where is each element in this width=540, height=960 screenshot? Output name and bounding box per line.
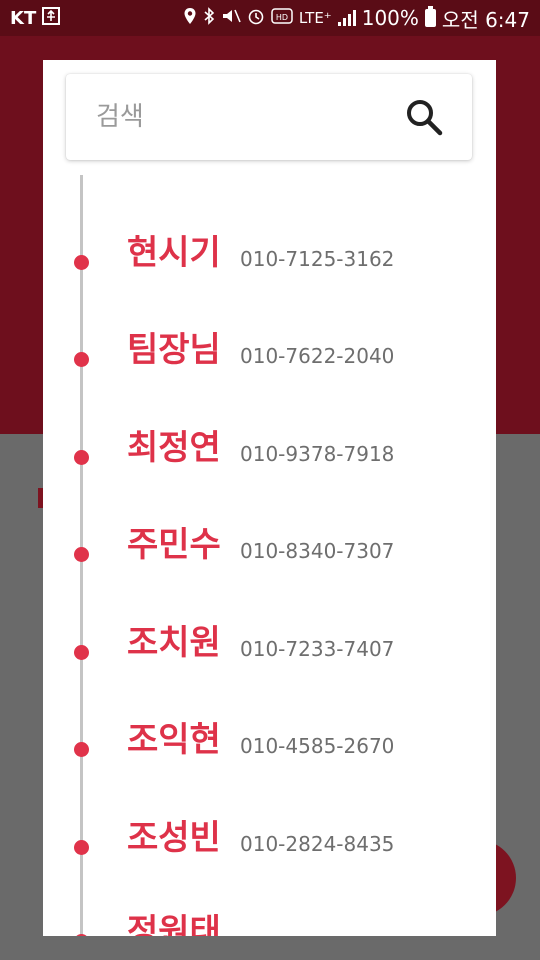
contact-name: 정원태 [127,912,221,936]
contact-row[interactable]: 정원태 [43,912,496,936]
timeline-dot [74,645,89,660]
contact-name: 조치원 [127,623,221,663]
contact-phone: 010-8340-7307 [240,539,395,563]
contact-phone: 010-2824-8435 [240,832,395,856]
contact-name: 조성빈 [127,818,221,858]
contact-row[interactable]: 조익현 010-4585-2670 [43,720,496,780]
contact-row[interactable]: 주민수 010-8340-7307 [43,525,496,585]
contact-row[interactable]: 조성빈 010-2824-8435 [43,818,496,878]
battery-icon [424,6,436,27]
timeline-dot [74,450,89,465]
contact-row[interactable]: 현시기 010-7125-3162 [43,233,496,293]
contact-row[interactable]: 조치원 010-7233-7407 [43,623,496,683]
timeline-dot [74,547,89,562]
clock: 오전 6:47 [441,7,530,32]
svg-text:HD: HD [276,13,288,22]
contact-row[interactable]: 최정연 010-9378-7918 [43,428,496,488]
battery-percent: 100% [361,6,419,30]
contact-list: 현시기 010-7125-3162 팀장님 010-7622-2040 최정연 … [43,60,496,936]
contact-phone: 010-7233-7407 [240,637,395,661]
alarm-icon [247,7,265,29]
usb-icon [42,6,61,30]
mute-icon [221,7,241,29]
contact-name: 최정연 [127,428,221,468]
contact-phone: 010-7125-3162 [240,247,395,271]
hd-icon: HD [271,7,293,29]
timeline-dot [74,840,89,855]
signal-icon [337,10,356,26]
bluetooth-icon [203,7,215,29]
contact-picker-dialog: 현시기 010-7125-3162 팀장님 010-7622-2040 최정연 … [43,60,496,936]
timeline-dot [74,742,89,757]
timeline-dot [74,352,89,367]
location-icon [183,7,197,29]
contact-name: 주민수 [127,525,221,565]
timeline-dot [74,255,89,270]
lte-label: LTE⁺ [298,9,332,27]
contact-name: 팀장님 [127,330,221,370]
contact-phone: 010-4585-2670 [240,734,395,758]
contact-phone: 010-7622-2040 [240,344,395,368]
contact-row[interactable]: 팀장님 010-7622-2040 [43,330,496,390]
contact-name: 조익현 [127,720,221,760]
carrier-label: KT [10,7,37,29]
timeline-dot [74,934,89,936]
contact-name: 현시기 [127,233,221,273]
status-bar: KT HD LTE⁺ 100% 오전 6:47 [0,0,540,36]
contact-phone: 010-9378-7918 [240,442,395,466]
